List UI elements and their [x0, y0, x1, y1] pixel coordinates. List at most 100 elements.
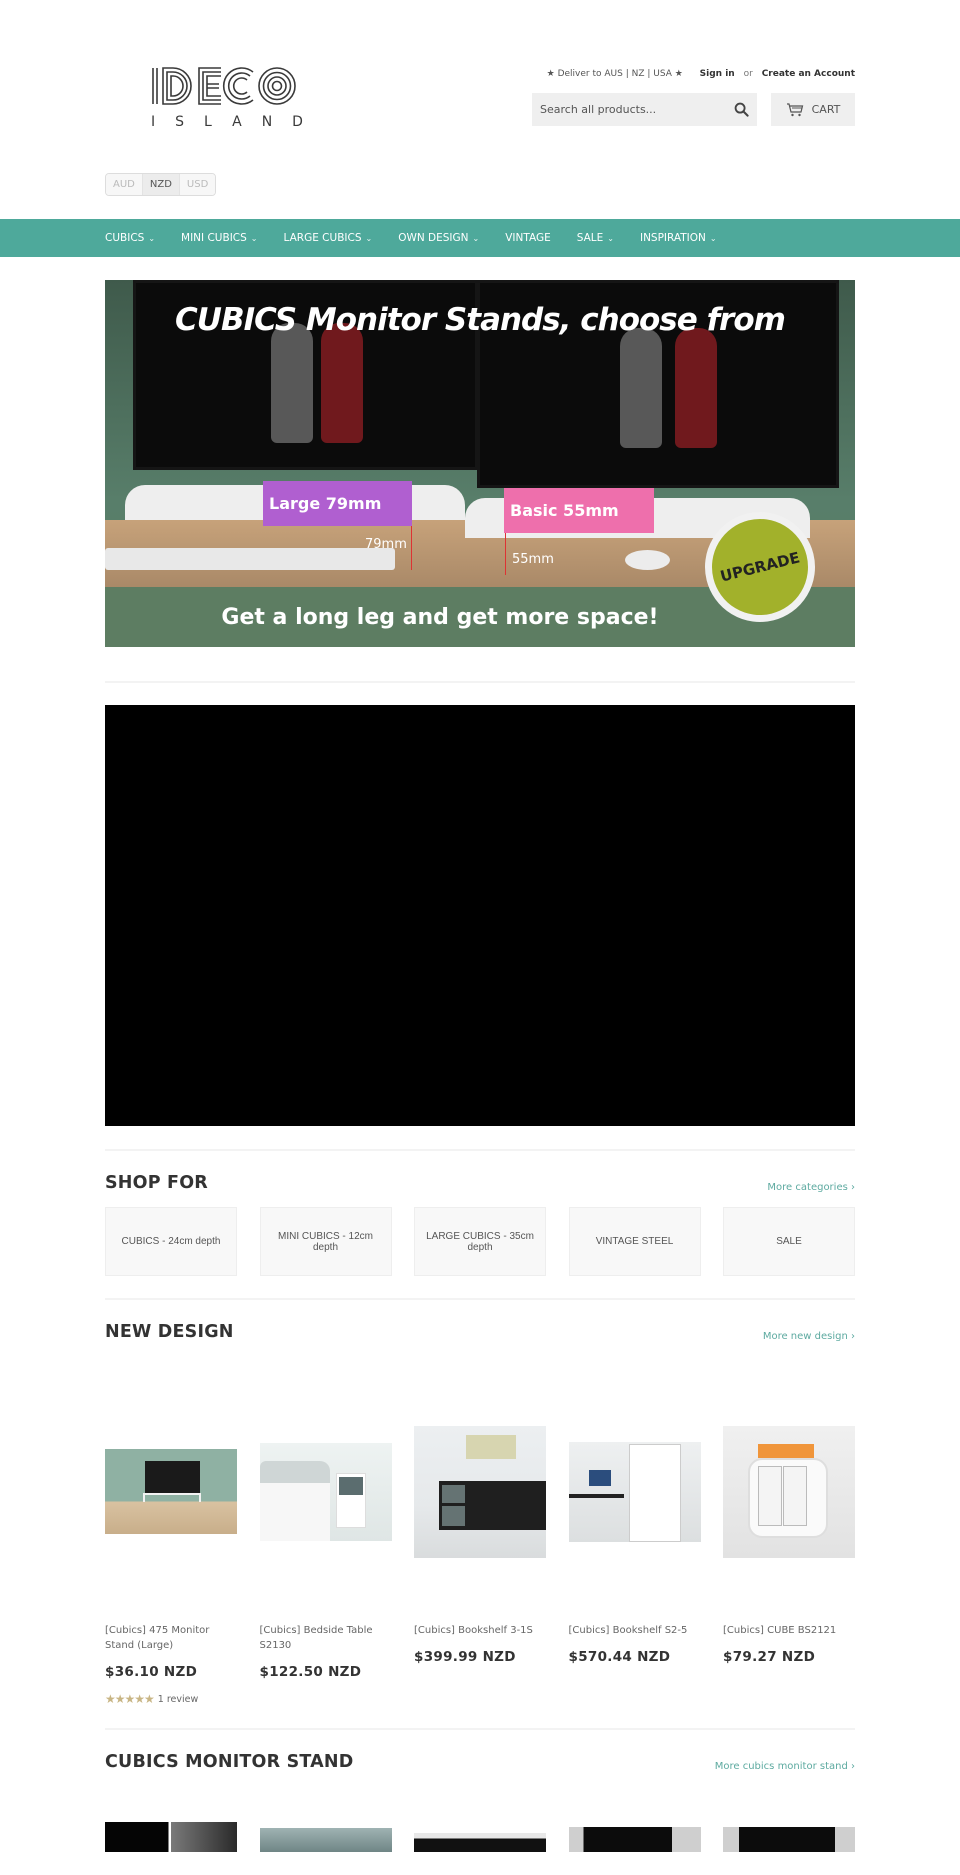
- nav-item-vintage[interactable]: VINTAGE: [505, 232, 551, 244]
- nav-item-mini-cubics[interactable]: MINI CUBICS ⌄: [181, 232, 257, 244]
- or-text: or: [743, 69, 753, 79]
- delivery-notice: ★ Deliver to AUS | NZ | USA ★: [546, 69, 683, 79]
- product-image[interactable]: [568, 1441, 701, 1542]
- mouse: [625, 550, 670, 570]
- product-image[interactable]: [105, 1449, 237, 1534]
- nav-item-inspiration[interactable]: INSPIRATION ⌄: [640, 232, 717, 244]
- product-image[interactable]: [723, 1425, 855, 1558]
- monitor-stand-grid: [105, 1822, 855, 1852]
- create-account-link[interactable]: Create an Account: [762, 69, 855, 79]
- sign-in-link[interactable]: Sign in: [700, 69, 735, 79]
- category-tile[interactable]: MINI CUBICS - 12cm depth: [259, 1207, 392, 1276]
- nav-item-own-design[interactable]: OWN DESIGN ⌄: [398, 232, 479, 244]
- site-logo[interactable]: ISLAND: [149, 64, 323, 134]
- product-name[interactable]: [Cubics] CUBE BS2121: [723, 1623, 855, 1638]
- product-image-frame: [105, 1374, 237, 1609]
- search-bar: [532, 93, 757, 126]
- chevron-down-icon: ⌄: [250, 233, 258, 243]
- review-count[interactable]: 1 review: [158, 1694, 198, 1705]
- currency-aud[interactable]: AUD: [106, 174, 143, 195]
- site-header: ISLAND ★ Deliver to AUS | NZ | USA ★ Sig…: [105, 0, 855, 219]
- product-card[interactable]: [Cubics] Bookshelf 3-1S $399.99 NZD: [414, 1374, 546, 1706]
- star-rating-icon: ★★★★★: [105, 1692, 155, 1706]
- category-tile[interactable]: LARGE CUBICS - 35cm depth: [414, 1207, 546, 1276]
- product-name[interactable]: [Cubics] Bookshelf 3-1S: [414, 1623, 546, 1638]
- category-tile[interactable]: SALE: [723, 1207, 855, 1276]
- more-monitor-stand-link[interactable]: More cubics monitor stand ›: [715, 1761, 855, 1772]
- product-card[interactable]: [Cubics] CUBE BS2121 $79.27 NZD: [723, 1374, 855, 1706]
- chevron-down-icon: ⌄: [472, 233, 480, 243]
- chevron-down-icon: ⌄: [607, 233, 614, 243]
- product-image-frame: [723, 1374, 855, 1609]
- section-title: SHOP FOR: [105, 1173, 208, 1193]
- cart-icon: [786, 102, 803, 116]
- new-design-header: NEW DESIGN More new design ›: [105, 1322, 855, 1342]
- product-image[interactable]: [414, 1425, 546, 1558]
- product-image[interactable]: [723, 1827, 855, 1852]
- tag-large: Large 79mm: [263, 481, 412, 526]
- measure-basic: 55mm: [512, 552, 554, 567]
- nav-label: SALE: [576, 232, 604, 244]
- chevron-down-icon: ⌄: [709, 233, 717, 243]
- product-price: $79.27 NZD: [723, 1649, 816, 1665]
- product-image[interactable]: [105, 1822, 237, 1852]
- divider: [105, 681, 855, 683]
- measure-line-basic: [505, 533, 506, 575]
- video-embed[interactable]: [105, 705, 855, 1126]
- monitor-stand-header: CUBICS MONITOR STAND More cubics monitor…: [105, 1752, 855, 1772]
- top-links: ★ Deliver to AUS | NZ | USA ★ Sign in or…: [547, 69, 855, 79]
- divider: [105, 1298, 855, 1300]
- nav-item-large-cubics[interactable]: LARGE CUBICS ⌄: [284, 232, 373, 244]
- product-name[interactable]: [Cubics] Bookshelf S2-5: [569, 1623, 701, 1638]
- section-title: NEW DESIGN: [105, 1322, 234, 1342]
- product-image-frame: [568, 1374, 701, 1609]
- product-price: $570.44 NZD: [568, 1649, 671, 1665]
- product-rating: ★★★★★ 1 review: [105, 1692, 237, 1706]
- category-tile[interactable]: CUBICS - 24cm depth: [105, 1207, 237, 1276]
- more-categories-link[interactable]: More categories ›: [767, 1182, 855, 1193]
- category-tile[interactable]: VINTAGE STEEL: [568, 1207, 701, 1276]
- nav-item-sale[interactable]: SALE ⌄: [577, 232, 614, 244]
- nav-label: CUBICS: [105, 232, 145, 244]
- product-image-frame: [414, 1374, 546, 1609]
- product-card[interactable]: [Cubics] Bedside Table S2130 $122.50 NZD: [259, 1374, 392, 1706]
- more-new-design-link[interactable]: More new design ›: [763, 1331, 855, 1342]
- product-image[interactable]: [259, 1828, 392, 1852]
- cart-label: CART: [811, 103, 841, 116]
- product-card[interactable]: [Cubics] 475 Monitor Stand (Large) $36.1…: [105, 1374, 237, 1706]
- measure-large: 79mm: [365, 537, 407, 552]
- product-name[interactable]: [Cubics] 475 Monitor Stand (Large): [105, 1623, 237, 1653]
- figure-silver: [271, 323, 313, 443]
- figure-red: [675, 328, 717, 448]
- nav-item-cubics[interactable]: CUBICS ⌄: [105, 232, 155, 244]
- chevron-down-icon: ⌄: [148, 233, 156, 243]
- figure-red: [321, 323, 363, 443]
- product-grid: [Cubics] 475 Monitor Stand (Large) $36.1…: [105, 1374, 855, 1706]
- product-image[interactable]: [568, 1827, 701, 1852]
- logo-subtitle: ISLAND: [151, 114, 323, 130]
- hero-title: CUBICS Monitor Stands, choose from: [175, 302, 786, 338]
- product-image[interactable]: [259, 1442, 392, 1541]
- product-price: $36.10 NZD: [105, 1664, 198, 1680]
- search-input[interactable]: [532, 93, 712, 126]
- nav-label: MINI CUBICS: [181, 232, 247, 244]
- nav-label: INSPIRATION: [639, 232, 706, 244]
- category-list: CUBICS - 24cm depth MINI CUBICS - 12cm d…: [105, 1207, 855, 1276]
- tag-basic: Basic 55mm: [504, 488, 654, 533]
- figure-silver: [620, 328, 662, 448]
- product-name[interactable]: [Cubics] Bedside Table S2130: [260, 1623, 392, 1653]
- product-card[interactable]: [Cubics] Bookshelf S2-5 $570.44 NZD: [568, 1374, 701, 1706]
- divider: [105, 1728, 855, 1730]
- product-image-frame: [259, 1374, 392, 1609]
- nav-label: LARGE CUBICS: [283, 232, 362, 244]
- product-price: $399.99 NZD: [414, 1649, 516, 1665]
- currency-usd[interactable]: USD: [179, 174, 216, 195]
- cart-button[interactable]: CART: [771, 93, 855, 126]
- search-icon[interactable]: [734, 102, 749, 117]
- product-image[interactable]: [414, 1833, 546, 1852]
- section-title: CUBICS MONITOR STAND: [105, 1752, 354, 1772]
- nav-label: VINTAGE: [505, 232, 551, 244]
- measure-line-large: [411, 526, 412, 570]
- currency-nzd[interactable]: NZD: [142, 174, 180, 195]
- hero-banner[interactable]: CUBICS Monitor Stands, choose from Large…: [105, 280, 855, 647]
